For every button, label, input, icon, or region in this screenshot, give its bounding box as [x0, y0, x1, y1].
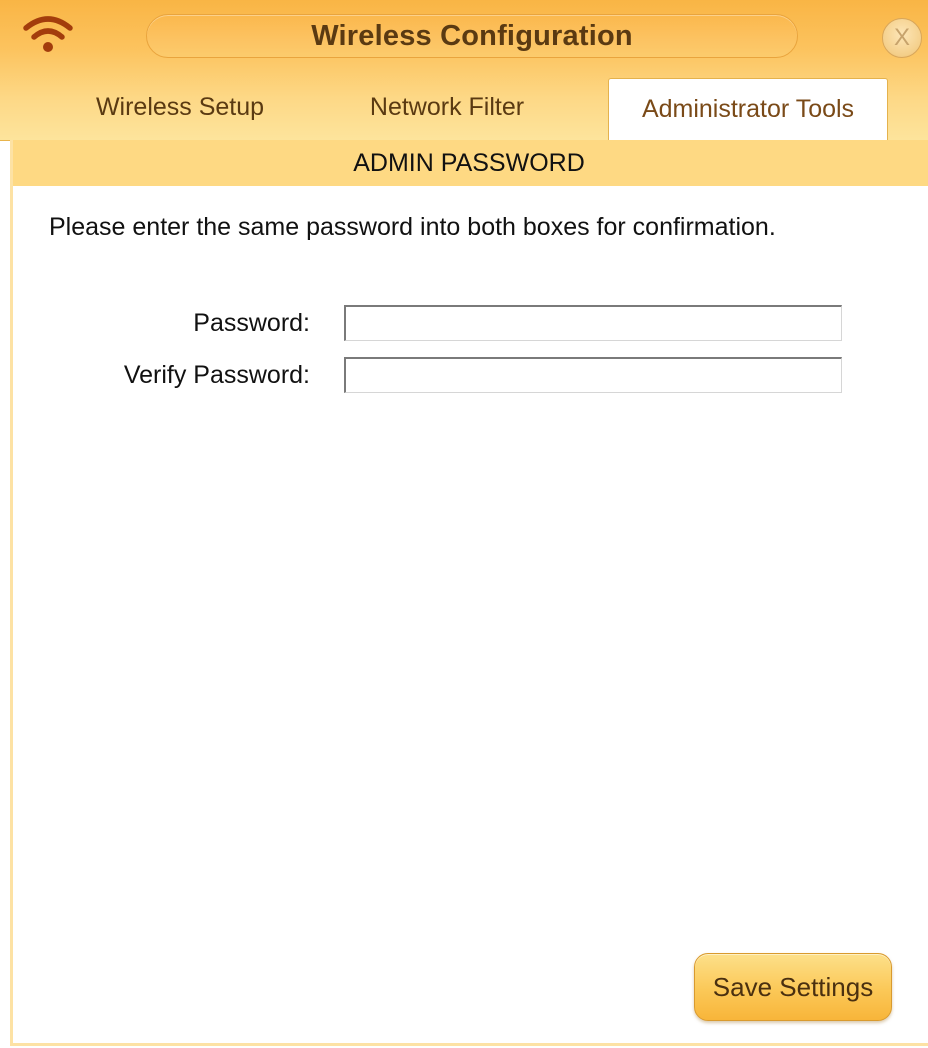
instruction-text: Please enter the same password into both…	[49, 213, 776, 241]
save-settings-button[interactable]: Save Settings	[694, 953, 892, 1021]
tab-network-filter[interactable]: Network Filter	[334, 78, 560, 136]
tab-label: Network Filter	[369, 92, 525, 121]
section-title: ADMIN PASSWORD	[353, 148, 585, 177]
tab-label: Wireless Setup	[95, 92, 265, 121]
window-title: Wireless Configuration	[311, 19, 633, 52]
content-left-border	[10, 140, 13, 1046]
password-label: Password:	[193, 309, 310, 337]
section-header-admin-password: ADMIN PASSWORD	[10, 140, 928, 186]
tab-wireless-setup[interactable]: Wireless Setup	[64, 78, 296, 136]
wifi-icon	[23, 16, 73, 52]
close-icon: X	[893, 24, 910, 51]
window-title-bar: Wireless Configuration	[146, 14, 798, 58]
tab-label: Administrator Tools	[641, 95, 855, 123]
wireless-configuration-window: Wireless Configuration X Wireless Setup …	[0, 0, 928, 1048]
window-header: Wireless Configuration X Wireless Setup …	[0, 0, 928, 141]
content-bottom-border	[10, 1043, 928, 1046]
verify-password-label: Verify Password:	[123, 361, 310, 389]
tab-administrator-tools[interactable]: Administrator Tools	[608, 78, 888, 140]
verify-password-input[interactable]	[344, 357, 842, 393]
close-button[interactable]: X	[882, 18, 922, 58]
password-input[interactable]	[344, 305, 842, 341]
